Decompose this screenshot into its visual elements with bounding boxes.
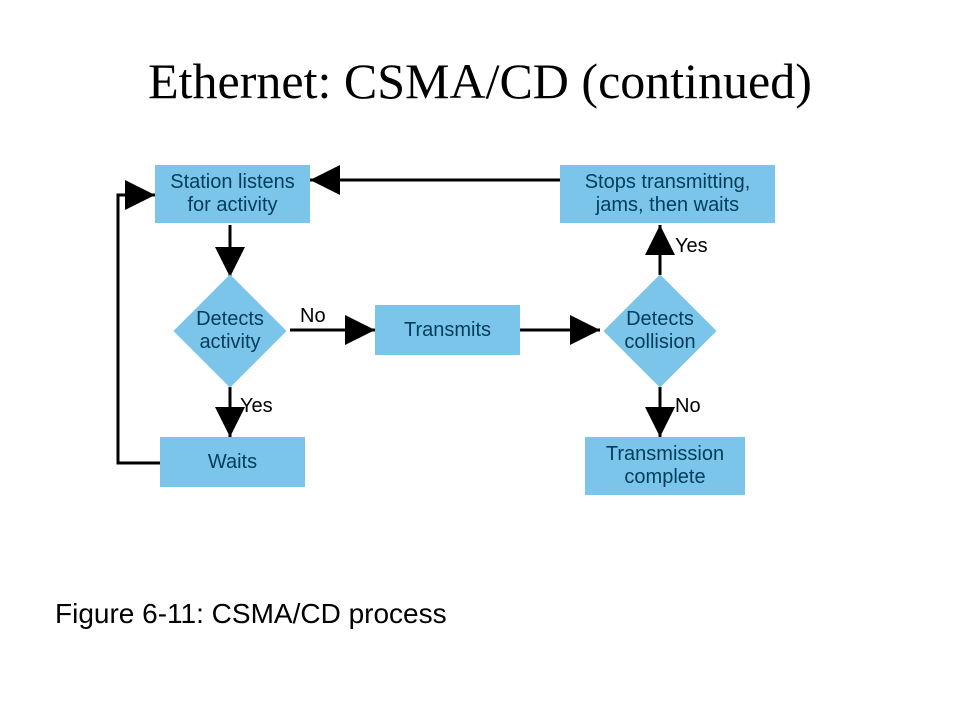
node-transmits-label: Transmits [404, 319, 491, 342]
flowchart: Station listens for activity Stops trans… [100, 165, 860, 545]
node-detect-activity-label: Detects activity [190, 308, 270, 354]
edge-yes-label: Yes [240, 395, 273, 418]
slide: Ethernet: CSMA/CD (continued) [0, 0, 960, 720]
node-transmits: Transmits [375, 305, 520, 355]
node-tx-complete-label: Transmission complete [591, 443, 739, 489]
edge-no2-label: No [675, 395, 701, 418]
node-listen-label: Station listens for activity [161, 171, 304, 217]
slide-title: Ethernet: CSMA/CD (continued) [0, 52, 960, 110]
node-stops-label: Stops transmitting, jams, then waits [566, 171, 769, 217]
node-waits: Waits [160, 437, 305, 487]
edge-yes2-label: Yes [675, 235, 708, 258]
node-waits-label: Waits [208, 451, 257, 474]
node-listen: Station listens for activity [155, 165, 310, 223]
figure-caption: Figure 6-11: CSMA/CD process [55, 598, 447, 630]
node-tx-complete: Transmission complete [585, 437, 745, 495]
node-stops: Stops transmitting, jams, then waits [560, 165, 775, 223]
edge-no-label: No [300, 305, 326, 328]
node-detect-collision-label: Detects collision [620, 308, 700, 354]
